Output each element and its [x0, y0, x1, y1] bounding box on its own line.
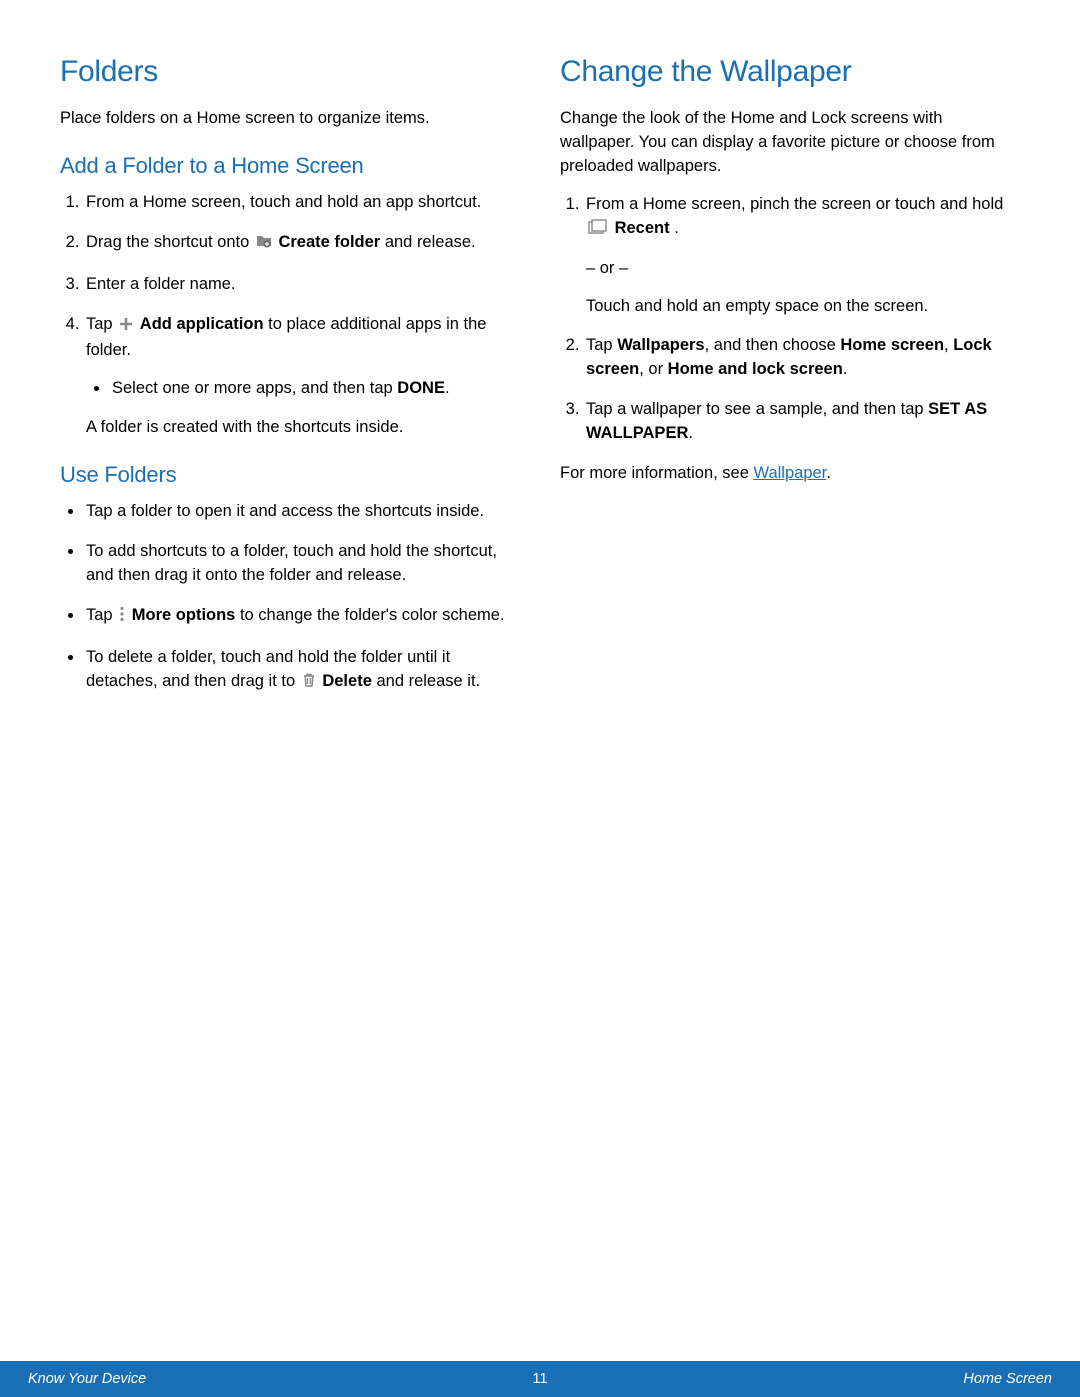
step-text: Select one or more apps, and then tap [112, 379, 397, 397]
step-bold: DONE [397, 379, 445, 397]
step-text: , and then choose [705, 336, 841, 354]
list-item: Tap More options to change the folder's … [84, 604, 520, 630]
more-options-icon [119, 606, 125, 630]
step-text: and release it. [376, 672, 480, 690]
use-folders-bullets: Tap a folder to open it and access the s… [60, 500, 520, 696]
step-text: Tap a wallpaper to see a sample, and the… [586, 400, 928, 418]
folder-created-note: A folder is created with the shortcuts i… [86, 416, 520, 440]
footer-right: Home Screen [963, 1371, 1052, 1387]
step-text: Tap [586, 336, 617, 354]
more-info-text: . [826, 464, 831, 482]
page-content: Folders Place folders on a Home screen t… [0, 0, 1080, 712]
step-text: . [843, 360, 848, 378]
list-item: Tap a wallpaper to see a sample, and the… [584, 398, 1020, 446]
heading-add-folder: Add a Folder to a Home Screen [60, 153, 520, 179]
step-text: Drag the shortcut onto [86, 233, 254, 251]
or-separator: – or – [586, 257, 1020, 281]
sub-bullets: Select one or more apps, and then tap DO… [86, 377, 520, 401]
list-item: Tap a folder to open it and access the s… [84, 500, 520, 524]
heading-folders: Folders [60, 55, 520, 89]
list-item: To add shortcuts to a folder, touch and … [84, 540, 520, 588]
step-text: Tap [86, 606, 117, 624]
step-bold: Home screen [840, 336, 944, 354]
list-item: Select one or more apps, and then tap DO… [110, 377, 520, 401]
wallpaper-link[interactable]: Wallpaper [754, 464, 827, 482]
step-bold: Recent [615, 219, 670, 237]
list-item: Tap Wallpapers, and then choose Home scr… [584, 334, 1020, 382]
list-item: To delete a folder, touch and hold the f… [84, 646, 520, 696]
step-bold: Wallpapers [617, 336, 704, 354]
list-item: From a Home screen, touch and hold an ap… [84, 191, 520, 215]
step-text: , or [639, 360, 667, 378]
list-item: Drag the shortcut onto Create folder and… [84, 231, 520, 257]
step-text: . [688, 424, 693, 442]
create-folder-icon [256, 233, 272, 257]
step-alt-text: Touch and hold an empty space on the scr… [586, 295, 1020, 319]
more-info-text: For more information, see [560, 464, 754, 482]
trash-icon [302, 672, 316, 696]
page-number: 11 [532, 1371, 547, 1387]
step-bold: Delete [322, 672, 372, 690]
left-column: Folders Place folders on a Home screen t… [60, 55, 520, 712]
footer-left: Know Your Device [28, 1371, 146, 1387]
heading-wallpaper: Change the Wallpaper [560, 55, 1020, 89]
step-bold: Add application [140, 315, 264, 333]
step-bold: Home and lock screen [668, 360, 843, 378]
step-text: Tap [86, 315, 117, 333]
list-item: Tap Add application to place additional … [84, 313, 520, 441]
wallpaper-steps: From a Home screen, pinch the screen or … [560, 193, 1020, 446]
list-item: Enter a folder name. [84, 273, 520, 297]
wallpaper-intro: Change the look of the Home and Lock scr… [560, 107, 1020, 179]
heading-use-folders: Use Folders [60, 462, 520, 488]
step-text: , [944, 336, 953, 354]
step-bold: More options [132, 606, 236, 624]
list-item: From a Home screen, pinch the screen or … [584, 193, 1020, 319]
step-text: . [674, 219, 679, 237]
page-footer: Know Your Device 11 Home Screen [0, 1361, 1080, 1397]
step-bold: Create folder [278, 233, 380, 251]
right-column: Change the Wallpaper Change the look of … [560, 55, 1020, 712]
more-info: For more information, see Wallpaper. [560, 462, 1020, 486]
add-folder-steps: From a Home screen, touch and hold an ap… [60, 191, 520, 440]
folders-intro: Place folders on a Home screen to organi… [60, 107, 520, 131]
step-text: . [445, 379, 450, 397]
plus-icon [119, 315, 133, 339]
step-text: From a Home screen, pinch the screen or … [586, 195, 1003, 213]
step-text: to change the folder's color scheme. [240, 606, 505, 624]
recent-icon [588, 219, 608, 243]
step-text: and release. [385, 233, 476, 251]
